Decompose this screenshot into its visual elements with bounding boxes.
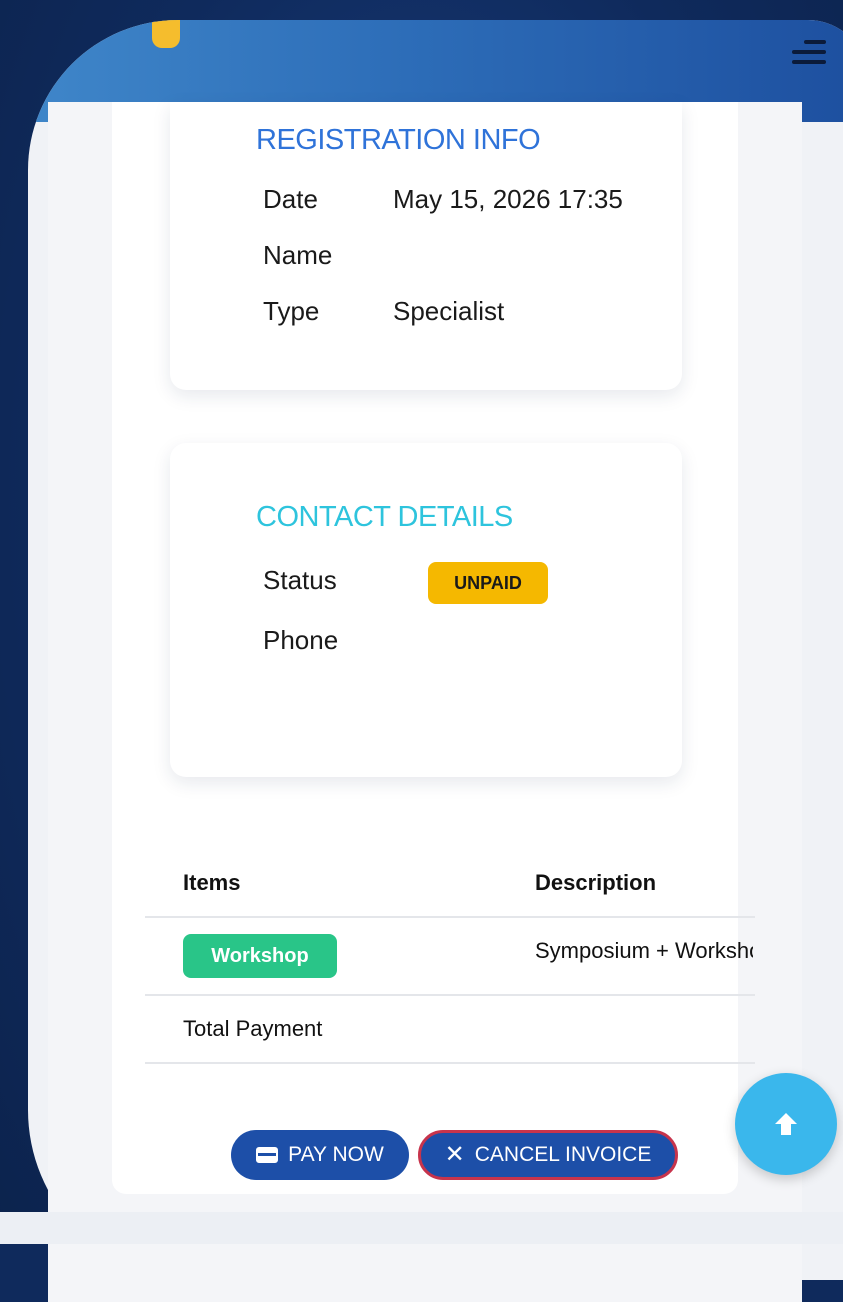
cancel-invoice-label: CANCEL INVOICE (474, 1143, 652, 1166)
contact-details-title: CONTACT DETAILS (256, 501, 513, 533)
item-tag-workshop: Workshop (183, 934, 337, 978)
status-badge: UNPAID (428, 562, 548, 604)
pay-now-button[interactable]: PAY NOW (231, 1130, 409, 1180)
phone-label: Phone (263, 625, 339, 655)
date-value: May 15, 2026 17:35 (393, 184, 623, 214)
arrow-up-icon (775, 1113, 797, 1135)
logo-mark[interactable] (152, 20, 180, 48)
column-header-description: Description (535, 870, 657, 895)
type-label: Type (263, 296, 320, 326)
table-divider (145, 916, 755, 918)
status-label: Status (263, 565, 337, 595)
table-divider (145, 1062, 755, 1064)
contact-details-card: CONTACT DETAILS Status UNPAID Phone (170, 443, 682, 777)
registration-info-title: REGISTRATION INFO (256, 124, 541, 156)
table-divider (145, 994, 755, 996)
scroll-to-top-button[interactable] (735, 1073, 837, 1175)
hamburger-menu-icon[interactable] (792, 34, 828, 70)
total-payment-label: Total Payment (183, 1016, 323, 1041)
name-label: Name (263, 240, 333, 270)
close-icon: ✕ (444, 1141, 465, 1168)
column-header-items: Items (183, 870, 241, 895)
pay-now-label: PAY NOW (288, 1143, 384, 1166)
cancel-invoice-button[interactable]: ✕ CANCEL INVOICE (418, 1130, 678, 1180)
registration-info-card: REGISTRATION INFO Date May 15, 2026 17:3… (170, 102, 682, 390)
credit-card-icon (256, 1147, 279, 1163)
date-label: Date (263, 184, 318, 214)
page-bottom-edge (0, 1212, 843, 1244)
type-value: Specialist (393, 296, 505, 326)
item-description: Symposium + Workshop (535, 938, 753, 963)
